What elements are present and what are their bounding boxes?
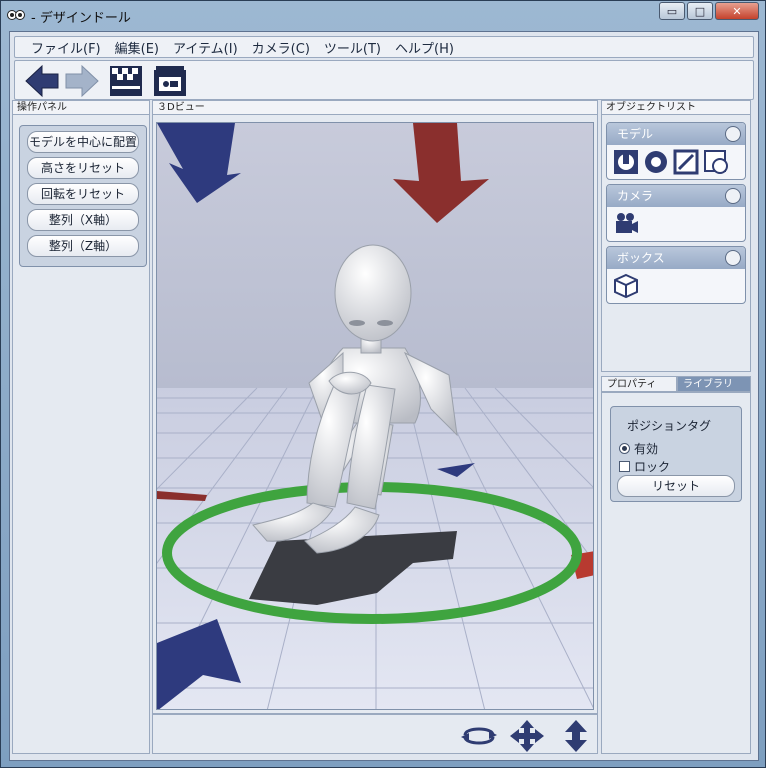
redo-arrow-icon bbox=[65, 64, 99, 98]
checkbox-icon bbox=[619, 461, 630, 472]
property-tabs: プロパティ ライブラリ bbox=[601, 376, 751, 392]
enabled-radio[interactable]: 有効 bbox=[619, 440, 658, 457]
view-controls-bar bbox=[152, 714, 598, 754]
reset-rotation-button[interactable]: 回転をリセット bbox=[27, 183, 139, 205]
lock-checkbox[interactable]: ロック bbox=[619, 458, 670, 475]
menu-tools[interactable]: ツール(T) bbox=[324, 38, 381, 57]
camera-clapper-icon bbox=[154, 66, 186, 96]
scene-button[interactable] bbox=[107, 63, 145, 99]
operation-button-group: モデルを中心に配置 高さをリセット 回転をリセット 整列（X軸） 整列（Z軸） bbox=[19, 125, 147, 267]
tab-properties[interactable]: プロパティ bbox=[601, 376, 677, 392]
menu-edit[interactable]: 編集(E) bbox=[115, 38, 159, 57]
lock-label: ロック bbox=[634, 460, 671, 474]
object-card-title: ボックス bbox=[617, 251, 665, 265]
visibility-eye-icon[interactable] bbox=[725, 126, 741, 142]
undo-arrow-icon bbox=[25, 64, 59, 98]
app-logo-icon bbox=[7, 10, 25, 20]
camera-visibility-icon[interactable] bbox=[725, 188, 741, 204]
view3d-header: ３Dビュー bbox=[152, 100, 598, 114]
vertical-move-icon[interactable] bbox=[563, 719, 589, 753]
radio-dot-icon bbox=[619, 443, 630, 454]
camera-view-button[interactable] bbox=[151, 63, 189, 99]
lifebuoy-icon[interactable] bbox=[643, 149, 669, 175]
box-visibility-icon[interactable] bbox=[725, 250, 741, 266]
3d-scene[interactable] bbox=[157, 123, 594, 710]
menu-bar: ファイル(F) 編集(E) アイテム(I) カメラ(C) ツール(T) ヘルプ(… bbox=[14, 36, 754, 58]
menu-help[interactable]: ヘルプ(H) bbox=[395, 38, 454, 57]
toolbar bbox=[14, 60, 754, 100]
export-icon[interactable] bbox=[673, 149, 699, 175]
undo-button[interactable] bbox=[23, 63, 61, 99]
menu-file[interactable]: ファイル(F) bbox=[31, 38, 101, 57]
window-title: - デザインドール bbox=[31, 11, 131, 26]
position-tag-title: ポジションタグ bbox=[627, 419, 712, 433]
movie-camera-icon[interactable] bbox=[613, 211, 639, 237]
object-card-camera[interactable]: カメラ bbox=[606, 184, 746, 242]
menu-camera[interactable]: カメラ(C) bbox=[252, 38, 310, 57]
position-tag-group: ポジションタグ 有効 ロック リセット bbox=[610, 406, 742, 502]
pan-view-icon[interactable] bbox=[509, 719, 545, 753]
operation-panel: モデルを中心に配置 高さをリセット 回転をリセット 整列（X軸） 整列（Z軸） bbox=[12, 114, 150, 754]
3d-viewport[interactable] bbox=[156, 122, 594, 710]
object-card-title: カメラ bbox=[617, 189, 654, 203]
title-bar[interactable]: - デザインドール ▭ □ ✕ bbox=[1, 1, 765, 29]
object-card-box[interactable]: ボックス bbox=[606, 246, 746, 304]
close-button[interactable]: ✕ bbox=[715, 2, 759, 20]
clapperboard-icon bbox=[110, 66, 142, 96]
tab-library[interactable]: ライブラリ bbox=[677, 376, 751, 392]
align-z-button[interactable]: 整列（Z軸） bbox=[27, 235, 139, 257]
maximize-button[interactable]: □ bbox=[687, 2, 713, 20]
rotate-view-icon[interactable] bbox=[459, 723, 499, 749]
minimize-button[interactable]: ▭ bbox=[659, 2, 685, 20]
operation-panel-header: 操作パネル bbox=[12, 100, 150, 114]
pose-figure-icon[interactable] bbox=[613, 149, 639, 175]
align-x-button[interactable]: 整列（X軸） bbox=[27, 209, 139, 231]
reset-height-button[interactable]: 高さをリセット bbox=[27, 157, 139, 179]
menu-item[interactable]: アイテム(I) bbox=[173, 38, 238, 57]
cube-icon[interactable] bbox=[613, 273, 639, 299]
object-card-title: モデル bbox=[617, 127, 654, 141]
object-card-model[interactable]: モデル bbox=[606, 122, 746, 180]
center-model-button[interactable]: モデルを中心に配置 bbox=[27, 131, 139, 153]
reset-button[interactable]: リセット bbox=[617, 475, 735, 497]
timer-icon[interactable] bbox=[703, 149, 729, 175]
enabled-label: 有効 bbox=[634, 442, 659, 456]
object-list-header: オブジェクトリスト bbox=[601, 100, 751, 114]
redo-button[interactable] bbox=[63, 63, 101, 99]
